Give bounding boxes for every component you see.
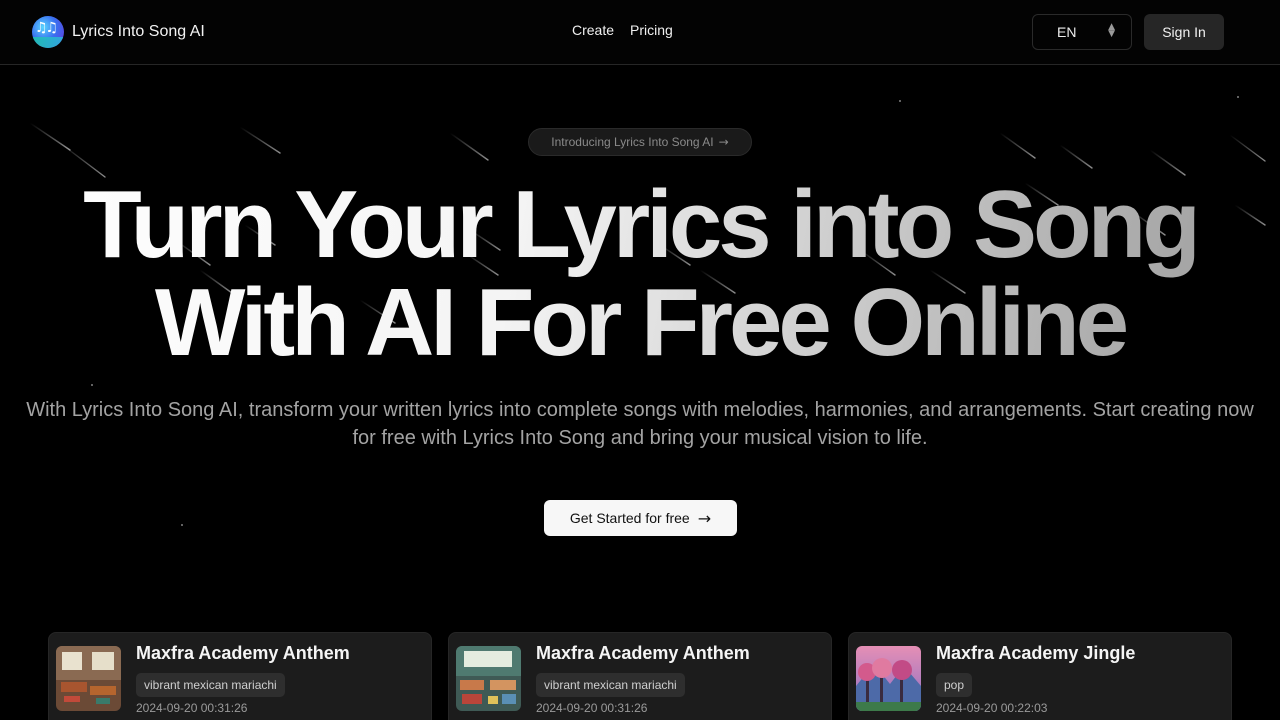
language-value: EN — [1057, 24, 1077, 40]
classroom-cover-image — [56, 646, 121, 711]
song-style-tag: vibrant mexican mariachi — [136, 673, 285, 697]
song-cards: Maxfra Academy Anthem vibrant mexican ma… — [48, 632, 1232, 720]
song-date: 2024-09-20 00:31:26 — [136, 701, 248, 715]
song-card[interactable]: Maxfra Academy Anthem vibrant mexican ma… — [448, 632, 832, 720]
arrow-right-icon: → — [697, 508, 712, 528]
headline-line-2: With AI For Free Online — [154, 269, 1126, 376]
nav-links: Create Pricing — [572, 22, 673, 38]
classroom-cover-image — [456, 646, 521, 711]
song-title: Maxfra Academy Anthem — [536, 643, 750, 663]
headline-line-1: Turn Your Lyrics into Song — [83, 171, 1197, 278]
intro-badge[interactable]: Introducing Lyrics Into Song AI → — [528, 128, 752, 156]
nav-link-create[interactable]: Create — [572, 22, 614, 38]
get-started-label: Get Started for free — [569, 510, 690, 526]
song-card[interactable]: Maxfra Academy Jingle pop 2024-09-20 00:… — [848, 632, 1232, 720]
song-title: Maxfra Academy Jingle — [936, 643, 1136, 663]
nav-link-pricing[interactable]: Pricing — [630, 22, 673, 38]
sign-in-button[interactable]: Sign In — [1144, 14, 1224, 50]
intro-badge-text: Introducing Lyrics Into Song AI — [551, 135, 714, 149]
song-title: Maxfra Academy Anthem — [136, 643, 350, 663]
brand-link[interactable]: Lyrics Into Song AI — [32, 16, 205, 48]
get-started-button[interactable]: Get Started for free → — [544, 500, 737, 536]
forest-cover-image — [856, 646, 921, 711]
chevron-up-down-icon: ▲ ▼ — [1108, 22, 1115, 39]
music-notes-logo-icon — [32, 16, 64, 48]
song-card[interactable]: Maxfra Academy Anthem vibrant mexican ma… — [48, 632, 432, 720]
brand-name: Lyrics Into Song AI — [72, 23, 205, 40]
song-style-tag: vibrant mexican mariachi — [536, 673, 685, 697]
arrow-right-icon: → — [718, 135, 729, 149]
song-date: 2024-09-20 00:31:26 — [536, 701, 648, 715]
hero-headline: Turn Your Lyrics into Song With AI For F… — [0, 176, 1280, 372]
song-date: 2024-09-20 00:22:03 — [936, 701, 1048, 715]
top-navbar: Lyrics Into Song AI Create Pricing EN ▲▼… — [0, 0, 1280, 65]
song-style-tag: pop — [936, 673, 973, 697]
hero-subtitle: With Lyrics Into Song AI, transform your… — [26, 399, 1254, 449]
language-select[interactable]: EN ▲ ▼ — [1032, 14, 1132, 50]
